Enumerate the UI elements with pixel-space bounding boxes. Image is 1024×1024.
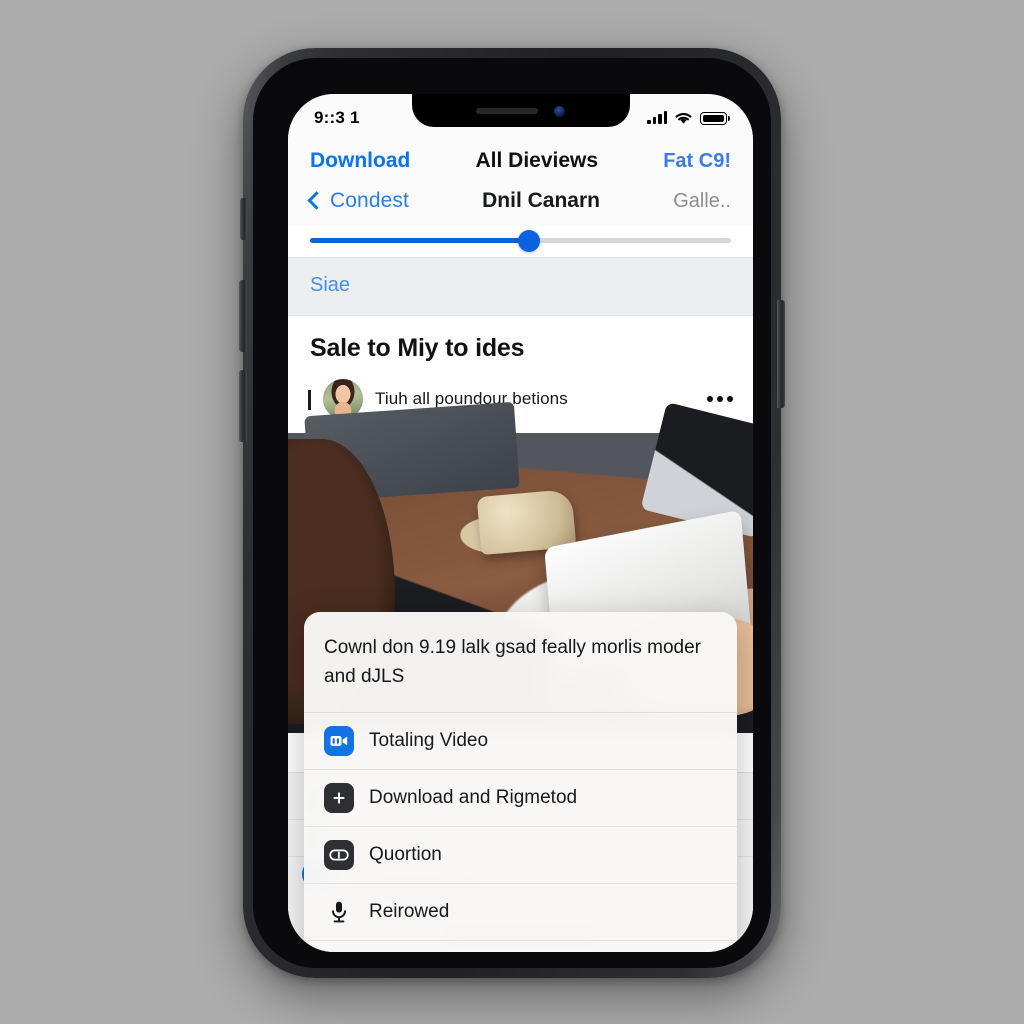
video-camera-icon [324, 725, 354, 756]
dialog-option-label: Download and Rigmetod [369, 786, 578, 808]
dialog-actions: Caratour Maix [304, 939, 737, 952]
download-button[interactable]: Download [310, 149, 410, 173]
notch [411, 94, 630, 127]
front-camera-icon [554, 105, 565, 117]
status-bar-indicators [647, 111, 730, 125]
top-nav-right-action[interactable]: Fat C9! [663, 150, 731, 173]
dialog-option-reirowed[interactable]: Reirowed [304, 882, 737, 940]
page-title: All Dieviews [475, 149, 599, 172]
chevron-left-icon [307, 191, 326, 210]
dialog-option-label: Totaling Video [369, 729, 489, 751]
gallery-link[interactable]: Galle.. [673, 190, 731, 213]
phone-screen: 9::3 1 Download All Dieviews Fat C9! Con… [288, 94, 753, 952]
volume-up-button[interactable] [239, 280, 247, 352]
phone-device-frame: 9::3 1 Download All Dieviews Fat C9! Con… [239, 48, 785, 978]
progress-slider[interactable] [288, 226, 753, 257]
dialog-option-quortion[interactable]: Quortion [304, 825, 737, 883]
slider-thumb[interactable] [517, 229, 540, 252]
section-header-label[interactable]: Siae [310, 274, 731, 297]
microphone-icon [324, 897, 354, 927]
plus-circle-icon [324, 782, 354, 813]
link-icon [324, 839, 354, 870]
top-navigation-bar: Download All Dieviews Fat C9! [288, 138, 753, 182]
phone-bezel: 9::3 1 Download All Dieviews Fat C9! Con… [253, 58, 771, 968]
power-button[interactable] [777, 300, 785, 408]
list-title-container: Sale to Miy to ides [288, 316, 753, 373]
dialog-message: Cownl don 9.19 lalk gsad feally morlis m… [304, 612, 737, 713]
slider-track[interactable] [310, 229, 731, 252]
dialog-option-download-and-rigmetod[interactable]: Download and Rigmetod [304, 768, 737, 826]
sub-navigation-bar: Condest Dnil Canarn Galle.. [288, 182, 753, 226]
row-back-button[interactable] [308, 390, 311, 410]
back-button[interactable]: Condest [307, 189, 409, 213]
cellular-signal-icon [647, 111, 667, 124]
dialog-option-label: Quortion [369, 843, 442, 865]
volume-down-button[interactable] [239, 370, 247, 442]
battery-icon [700, 111, 730, 125]
back-button-label: Condest [330, 189, 409, 212]
silent-switch-button[interactable] [240, 198, 247, 240]
dialog-option-label: Reirowed [369, 900, 450, 922]
status-bar-time: 9::3 1 [314, 108, 360, 127]
wifi-icon [675, 113, 692, 124]
dialog-option-totaling-video[interactable]: Totaling Video [304, 713, 737, 769]
list-title: Sale to Miy to ides [310, 334, 525, 362]
section-header: Siae [288, 257, 753, 316]
earpiece-speaker-icon [476, 108, 538, 114]
chevron-left-icon [308, 390, 311, 410]
more-horizontal-icon[interactable] [707, 396, 733, 402]
action-sheet-dialog: Cownl don 9.19 lalk gsad feally morlis m… [304, 612, 737, 952]
sub-page-title: Dnil Canarn [482, 189, 600, 212]
slider-fill [310, 238, 529, 243]
